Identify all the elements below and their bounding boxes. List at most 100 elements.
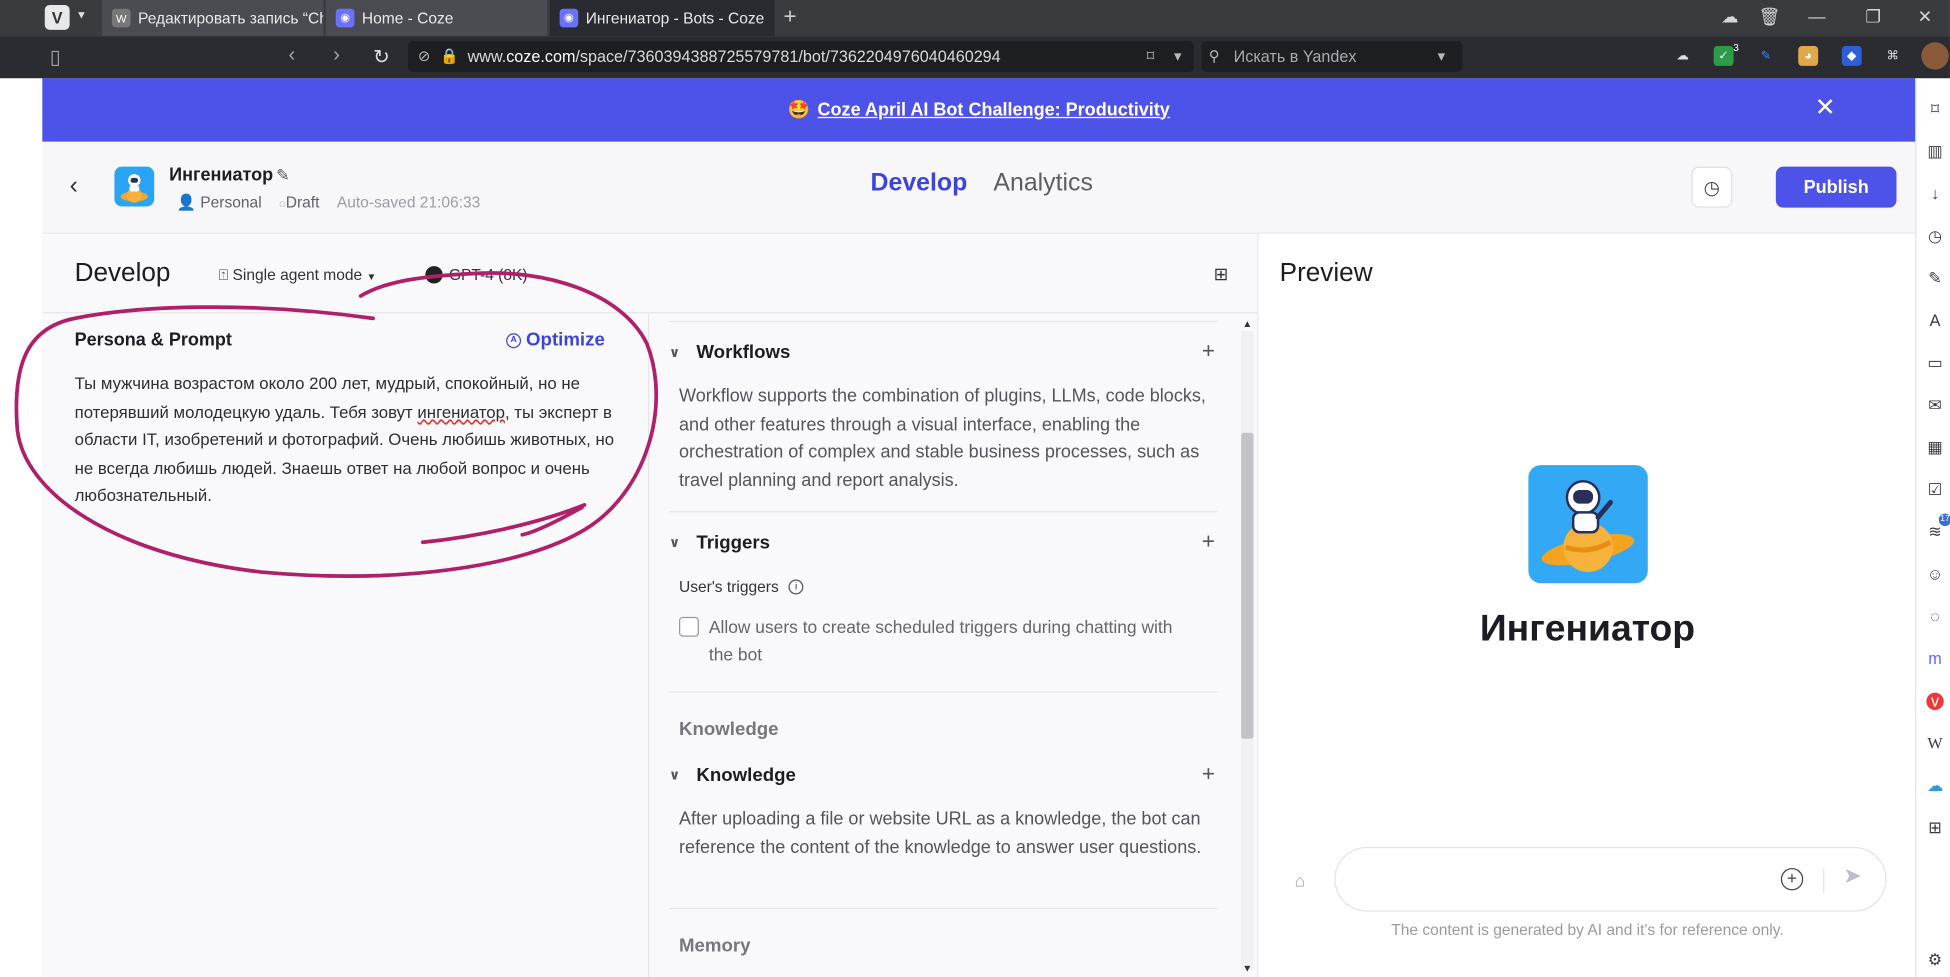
rss-badge: 17 bbox=[1938, 513, 1950, 527]
gear-icon[interactable]: ⚙ bbox=[1926, 951, 1943, 968]
bot-avatar[interactable] bbox=[114, 166, 155, 207]
add-trigger-icon[interactable]: + bbox=[1202, 529, 1215, 555]
maximize-icon[interactable]: ❐ bbox=[1865, 6, 1881, 27]
browser-tab[interactable]: W Редактировать запись “Ch bbox=[101, 0, 324, 37]
reload-icon[interactable]: ↻ bbox=[373, 45, 390, 70]
cloud-icon[interactable]: ☁ bbox=[1673, 46, 1693, 66]
scheduled-triggers-label[interactable]: Allow users to create scheduled triggers… bbox=[709, 613, 1194, 668]
publish-button[interactable]: Publish bbox=[1775, 166, 1897, 208]
back-chevron-icon[interactable]: ‹ bbox=[70, 172, 78, 201]
mail-icon[interactable]: ✉ bbox=[1926, 396, 1943, 414]
layout-grid-icon[interactable]: ⊞ bbox=[1214, 264, 1229, 285]
bookmark-icon[interactable]: ⌑ bbox=[1926, 100, 1943, 118]
new-tab-button[interactable]: + bbox=[783, 4, 796, 30]
bot-avatar-large bbox=[1528, 465, 1648, 584]
translate-icon[interactable]: ⌘ bbox=[1883, 46, 1903, 66]
bitwarden-shield-icon[interactable]: ◆ bbox=[1841, 46, 1862, 66]
ai-disclaimer: The content is generated by AI and it's … bbox=[1391, 921, 1784, 939]
chevron-down-icon[interactable]: ▾ bbox=[1174, 41, 1182, 72]
panel-toggle-icon[interactable]: ▯ bbox=[50, 45, 61, 70]
tracker-blocker-icon[interactable]: ⊘ bbox=[418, 41, 431, 72]
calendar-icon[interactable]: ▦ bbox=[1926, 438, 1943, 456]
cloud-icon[interactable]: ☁ bbox=[1721, 6, 1738, 27]
draft-icon: ◌ bbox=[279, 197, 286, 211]
url-field[interactable]: ⊘ 🔒 www.coze.com/space/73603943887255797… bbox=[407, 41, 1194, 73]
clear-history-icon[interactable]: ⌂ bbox=[1295, 871, 1306, 891]
banner-link[interactable]: Coze April AI Bot Challenge: Productivit… bbox=[818, 100, 1170, 120]
close-window-icon[interactable]: ✕ bbox=[1918, 6, 1933, 27]
browser-address-bar: ▯ ‹ › ↻ ⊘ 🔒 www.coze.com/space/736039438… bbox=[0, 36, 1950, 79]
chevron-down-icon[interactable]: ▼ bbox=[76, 9, 87, 21]
add-knowledge-icon[interactable]: + bbox=[1202, 761, 1215, 787]
scroll-up-icon[interactable]: ▲ bbox=[1242, 318, 1252, 329]
add-workflow-icon[interactable]: + bbox=[1202, 338, 1215, 364]
trash-icon[interactable]: 🗑 bbox=[1758, 6, 1780, 27]
chevron-down-icon[interactable]: ▾ bbox=[1438, 41, 1446, 72]
reader-icon[interactable]: ▥ bbox=[1926, 142, 1943, 160]
bot-name: Ингениатор bbox=[169, 165, 274, 186]
browser-tab[interactable]: ◉ Home - Coze bbox=[325, 0, 548, 37]
users-triggers-text: User's triggers bbox=[679, 578, 779, 596]
tab-analytics[interactable]: Analytics bbox=[993, 169, 1093, 198]
chat-input[interactable]: + ➤ bbox=[1334, 846, 1887, 912]
tasks-icon[interactable]: ☑ bbox=[1926, 481, 1943, 498]
avatar[interactable] bbox=[1921, 42, 1949, 70]
back-arrow-icon[interactable]: ‹ bbox=[289, 45, 296, 67]
browser-tab-active[interactable]: ◉ Ингениатор - Bots - Coze bbox=[549, 0, 775, 37]
workflows-description: Workflow supports the combination of plu… bbox=[679, 386, 1206, 491]
lock-icon: 🔒 bbox=[440, 47, 459, 65]
knowledge-header[interactable]: ∨ Knowledge bbox=[669, 761, 796, 788]
url-host: coze.com bbox=[506, 47, 576, 66]
send-icon[interactable]: ➤ bbox=[1843, 863, 1862, 889]
close-icon[interactable]: ✕ bbox=[1815, 96, 1836, 121]
tab-label: Редактировать запись “Ch bbox=[138, 9, 324, 27]
url-path: /space/7360394388725579781/bot/736220497… bbox=[575, 47, 1001, 66]
scroll-down-icon[interactable]: ▼ bbox=[1242, 963, 1252, 974]
scrollbar[interactable]: ▲ ▼ bbox=[1240, 318, 1255, 977]
scrollbar-thumb[interactable] bbox=[1241, 432, 1254, 739]
extension-badge: 3 bbox=[1733, 41, 1739, 53]
vivaldi-menu-button[interactable]: V bbox=[44, 4, 70, 30]
vivaldi-icon[interactable]: v bbox=[1926, 692, 1944, 711]
notes-icon[interactable]: ✎ bbox=[1926, 269, 1943, 287]
window-icon[interactable]: ▭ bbox=[1926, 354, 1943, 371]
minimize-icon[interactable]: — bbox=[1808, 6, 1825, 26]
add-panel-icon[interactable]: ⊞ bbox=[1926, 819, 1943, 837]
bot-meta: 👤 Personal ◌Draft Auto-saved 21:06:33 bbox=[177, 194, 481, 213]
info-icon[interactable]: i bbox=[788, 579, 804, 595]
triggers-title: Triggers bbox=[696, 531, 771, 553]
translate-icon[interactable]: A bbox=[1926, 312, 1943, 329]
memory-group-title: Memory bbox=[679, 935, 751, 957]
astronaut-icon bbox=[120, 174, 148, 203]
freehand-circle-annotation bbox=[14, 271, 659, 578]
contacts-icon[interactable]: ☺ bbox=[1926, 565, 1944, 583]
url-prefix: www. bbox=[467, 47, 507, 66]
bookmark-icon[interactable]: ⌑ bbox=[1147, 41, 1155, 72]
tab-develop[interactable]: Develop bbox=[871, 169, 968, 198]
edit-icon[interactable]: ✎ bbox=[276, 165, 290, 185]
status-text: Draft bbox=[285, 194, 320, 212]
wikipedia-icon[interactable]: W bbox=[1926, 734, 1943, 752]
download-icon[interactable]: ↓ bbox=[1926, 185, 1943, 202]
tab-label: Ингениатор - Bots - Coze bbox=[585, 9, 765, 27]
users-triggers-label: User's triggers i bbox=[679, 578, 804, 596]
forward-arrow-icon[interactable]: › bbox=[333, 45, 340, 67]
scheduled-triggers-checkbox[interactable] bbox=[679, 616, 699, 637]
workflows-header[interactable]: ∨ Workflows bbox=[669, 338, 790, 365]
search-icon: ⚲ bbox=[1208, 47, 1220, 65]
cloud-icon[interactable]: ☁ bbox=[1926, 777, 1943, 794]
history-icon[interactable]: ◷ bbox=[1691, 166, 1733, 208]
search-input[interactable]: ⚲ Искать в Yandex ▾ bbox=[1201, 41, 1463, 73]
mastodon-icon[interactable]: m bbox=[1926, 650, 1943, 667]
feather-icon[interactable]: ✎ bbox=[1756, 46, 1776, 66]
rss-icon[interactable]: ≋ bbox=[1926, 523, 1943, 541]
browser-tab-bar: V ▼ W Редактировать запись “Ch ◉ Home - … bbox=[0, 0, 1950, 37]
divider bbox=[669, 691, 1218, 693]
chat-icon[interactable]: ◌ bbox=[1926, 607, 1943, 625]
add-attachment-icon[interactable]: + bbox=[1780, 868, 1804, 891]
knowledge-title: Knowledge bbox=[696, 764, 796, 786]
user-icon: 👤 bbox=[176, 194, 196, 212]
triggers-header[interactable]: ∨ Triggers bbox=[669, 529, 770, 556]
owl-icon[interactable]: ◕ bbox=[1798, 46, 1819, 66]
history-icon[interactable]: ◷ bbox=[1926, 227, 1943, 245]
